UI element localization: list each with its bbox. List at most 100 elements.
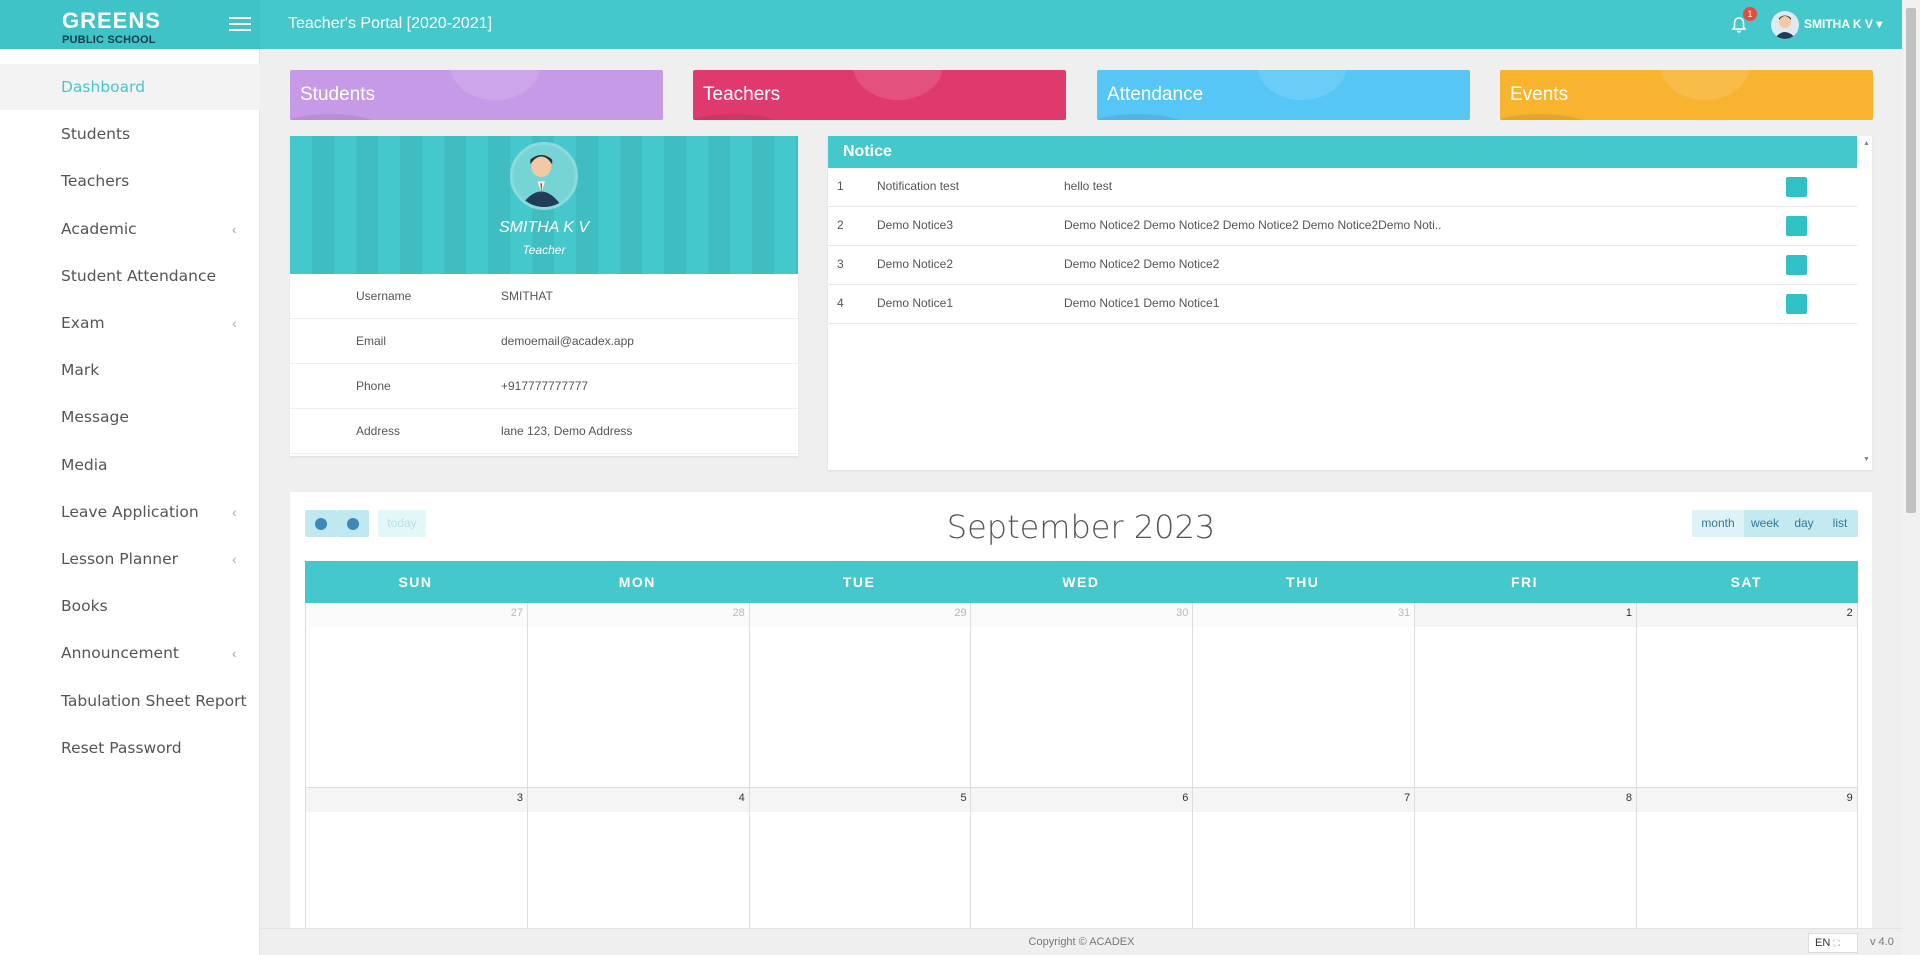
- sidebar-item-label: Students: [61, 125, 131, 144]
- day-header-band: [971, 788, 1193, 812]
- day-number: 3: [516, 792, 523, 804]
- scrollbar-thumb[interactable]: [1906, 8, 1916, 513]
- sidebar-item-reset-password[interactable]: Reset Password: [0, 725, 260, 771]
- calendar-day-cell[interactable]: 6: [970, 788, 1193, 932]
- day-header-band: [527, 603, 749, 627]
- day-header-band: [1193, 603, 1415, 627]
- day-number: 28: [732, 607, 745, 619]
- notice-number: 2: [837, 218, 844, 232]
- calendar-day-cell[interactable]: 2: [1635, 603, 1858, 788]
- view-notice-button[interactable]: [1786, 294, 1807, 314]
- view-month-button[interactable]: month: [1692, 510, 1744, 537]
- envelope-icon: [25, 408, 45, 428]
- day-number: 6: [1182, 792, 1189, 804]
- profile-card: SMITHA K V Teacher Username SMITHAT Email d…: [290, 136, 798, 456]
- day-number: 8: [1625, 792, 1632, 804]
- notice-title: Demo Notice2: [877, 257, 954, 271]
- page-scrollbar[interactable]: [1902, 0, 1920, 955]
- version-label: v 4.0: [1870, 936, 1894, 948]
- user-menu[interactable]: SMITHA K V ▾: [1804, 17, 1882, 31]
- sidebar-item-media[interactable]: Media: [0, 442, 260, 488]
- calendar-day-cell[interactable]: 7: [1192, 788, 1415, 932]
- top-bar: GREENS PUBLIC SCHOOL Teacher's Portal [2…: [0, 0, 1902, 49]
- calendar-day-cell[interactable]: 28: [526, 603, 749, 788]
- calendar-day-cell[interactable]: 29: [748, 603, 971, 788]
- stat-card-label: Students: [300, 84, 375, 105]
- calendar-day-cell[interactable]: 9: [1635, 788, 1858, 932]
- profile-name: SMITHA K V: [498, 219, 590, 236]
- calendar-day-cell[interactable]: 3: [305, 788, 527, 932]
- notice-scrollbar[interactable]: ▲ ▼: [1861, 136, 1872, 470]
- sidebar-item-message[interactable]: Message: [0, 394, 260, 440]
- calendar-weekday-header: SUN MON TUE WED THU FRI SAT: [305, 561, 1858, 603]
- day-number: 4: [738, 792, 745, 804]
- envelope-icon: [298, 334, 310, 346]
- stat-card-teachers[interactable]: Teachers: [693, 70, 1066, 120]
- calendar-day-cell[interactable]: 5: [748, 788, 971, 932]
- sidebar-item-exam[interactable]: Exam ‹: [0, 300, 260, 346]
- person-icon: [1420, 78, 1454, 112]
- calendar-day-cell[interactable]: 30: [970, 603, 1193, 788]
- weekday-wed: WED: [1062, 574, 1100, 590]
- view-list-button[interactable]: list: [1822, 510, 1858, 537]
- profile-row-phone: Phone +917777777777: [290, 364, 798, 409]
- graduate-icon: [613, 78, 647, 112]
- profile-role: Teacher: [522, 243, 566, 257]
- view-week-button[interactable]: week: [1744, 510, 1786, 537]
- view-notice-button[interactable]: [1786, 255, 1807, 275]
- user-avatar[interactable]: [1771, 11, 1799, 39]
- sidebar-item-mark[interactable]: Mark: [0, 347, 260, 393]
- sidebar-item-label: Mark: [61, 361, 100, 380]
- stat-card-label: Attendance: [1107, 84, 1204, 105]
- sidebar-item-teachers[interactable]: Teachers: [0, 158, 260, 204]
- sidebar-item-tabulation-sheet-report[interactable]: Tabulation Sheet Report: [0, 678, 260, 724]
- view-day-button[interactable]: day: [1786, 510, 1822, 537]
- sidebar-item-academic[interactable]: Academic ‹: [0, 206, 260, 252]
- weekday-sat: SAT: [1730, 574, 1763, 590]
- books-icon: [25, 597, 45, 617]
- scroll-up-icon[interactable]: ▲: [1863, 140, 1870, 147]
- sidebar-item-label: Lesson Planner: [61, 550, 178, 568]
- sidebar-item-students[interactable]: Students: [0, 111, 260, 157]
- day-header-band: [306, 788, 527, 812]
- notification-badge: 1: [1743, 7, 1757, 21]
- stat-card-attendance[interactable]: Attendance: [1097, 70, 1470, 120]
- sidebar-item-lesson-planner[interactable]: Lesson Planner ‹: [0, 536, 260, 582]
- weekday-thu: THU: [1286, 574, 1320, 590]
- calendar-day-cell[interactable]: 31: [1192, 603, 1415, 788]
- stat-card-label: Events: [1510, 84, 1569, 105]
- day-number: 31: [1397, 607, 1411, 619]
- sidebar-item-label: Teachers: [61, 172, 130, 191]
- weekday-fri: FRI: [1510, 574, 1539, 590]
- menu-toggle-icon[interactable]: [229, 17, 251, 33]
- brand-name: GREENS: [62, 8, 161, 33]
- profile-row-address: Address lane 123, Demo Address: [290, 409, 798, 454]
- calendar-day-cell[interactable]: 4: [526, 788, 749, 932]
- profile-field-value: lane 123, Demo Address: [501, 424, 633, 438]
- stat-card-events[interactable]: Events: [1500, 70, 1873, 120]
- sidebar-item-announcement[interactable]: Announcement ‹: [0, 630, 260, 676]
- sidebar: Dashboard Students Teachers Academic ‹ Studen…: [0, 49, 260, 955]
- day-header-band: [1415, 788, 1636, 812]
- calendar-day-cell[interactable]: 8: [1414, 788, 1636, 932]
- sidebar-item-label: Exam: [61, 314, 105, 332]
- users-icon: [25, 172, 45, 192]
- notice-title: Demo Notice3: [877, 218, 954, 232]
- sidebar-item-dashboard[interactable]: Dashboard: [0, 64, 260, 110]
- document-icon: [25, 503, 45, 523]
- sidebar-item-leave-application[interactable]: Leave Application ‹: [0, 489, 260, 535]
- view-notice-button[interactable]: [1786, 216, 1807, 236]
- sidebar-item-student-attendance[interactable]: Student Attendance: [0, 253, 260, 299]
- view-notice-button[interactable]: [1786, 177, 1807, 197]
- caret-down-icon: ▾: [1876, 17, 1883, 31]
- scroll-down-icon[interactable]: ▼: [1863, 456, 1870, 463]
- sidebar-item-label: Leave Application: [61, 502, 199, 521]
- language-selector[interactable]: EN ⛶: [1808, 933, 1858, 953]
- stat-card-students[interactable]: Students: [290, 70, 663, 120]
- profile-field-label: Address: [356, 424, 401, 438]
- calendar-day-cell[interactable]: 1: [1414, 603, 1636, 788]
- sidebar-item-books[interactable]: Books: [0, 583, 260, 629]
- brand-logo[interactable]: GREENS PUBLIC SCHOOL: [0, 0, 260, 49]
- day-header-band: [1636, 603, 1857, 627]
- calendar-day-cell[interactable]: 27: [305, 603, 527, 788]
